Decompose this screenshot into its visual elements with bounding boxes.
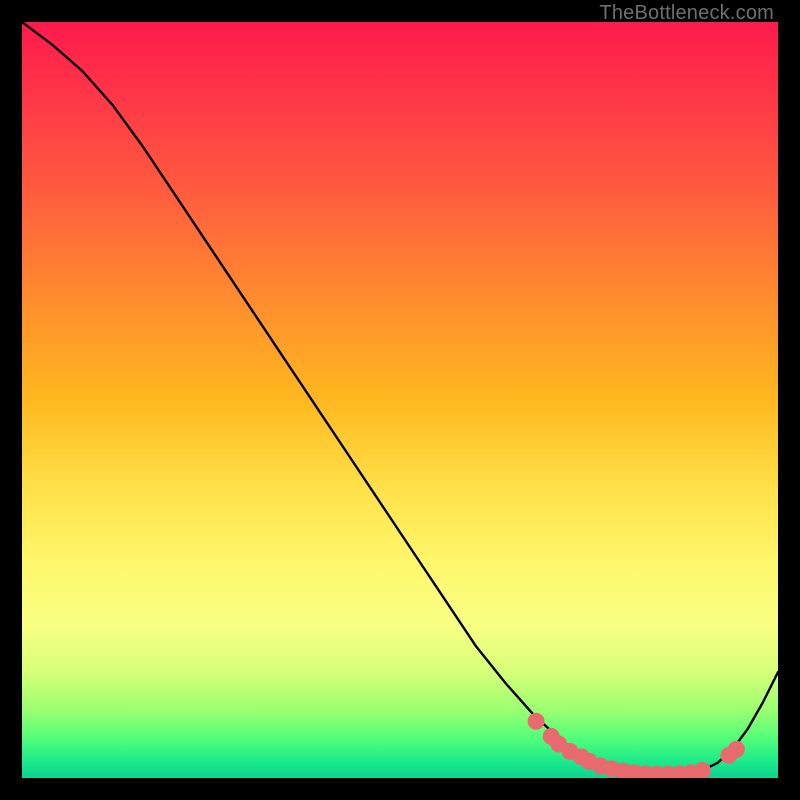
highlight-marker: [660, 766, 677, 778]
highlight-marker: [637, 765, 654, 778]
highlight-marker: [573, 748, 590, 765]
chart-plot-area: [22, 22, 778, 778]
highlight-marker: [671, 765, 688, 778]
highlight-marker: [543, 728, 560, 745]
highlight-marker: [683, 764, 700, 778]
highlight-marker: [615, 763, 632, 778]
highlight-marker: [603, 760, 620, 777]
highlight-marker: [592, 757, 609, 774]
highlight-marker: [528, 713, 545, 730]
watermark-text: TheBottleneck.com: [599, 2, 774, 25]
bottleneck-curve-path: [22, 22, 778, 776]
chart-stage: TheBottleneck.com: [0, 0, 800, 800]
highlight-marker: [562, 743, 579, 760]
highlight-marker: [728, 741, 745, 758]
highlight-marker: [649, 766, 666, 778]
highlight-markers-group: [528, 713, 745, 778]
chart-svg: [22, 22, 778, 778]
highlight-marker: [694, 762, 711, 778]
highlight-marker: [550, 735, 567, 752]
highlight-marker: [581, 753, 598, 770]
highlight-marker: [626, 764, 643, 778]
highlight-marker: [720, 747, 737, 764]
